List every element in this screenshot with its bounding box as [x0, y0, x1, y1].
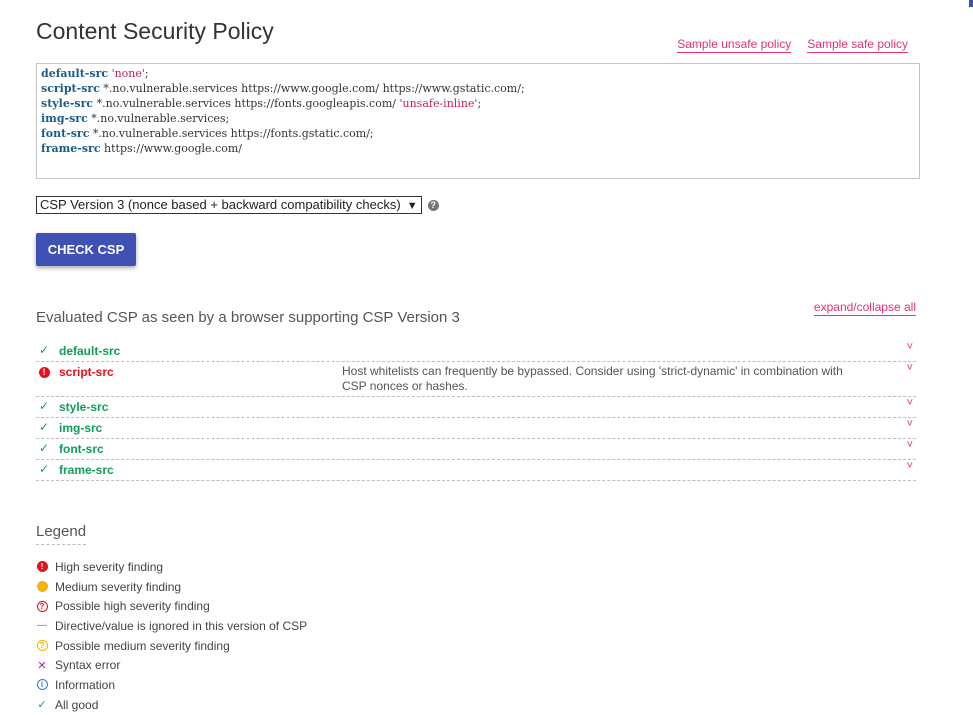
legend-label: Possible medium severity finding — [55, 638, 230, 653]
check-icon: ✓ — [38, 420, 50, 434]
check-csp-button[interactable]: CHECK CSP — [36, 233, 136, 266]
legend-item: ! High severity finding — [36, 557, 307, 577]
policy-value: 'none' — [111, 67, 145, 80]
directive-finding-message — [342, 460, 862, 479]
policy-directive-name: default-src — [41, 67, 109, 80]
directive-row-style-src[interactable]: ✓ style-src ˅ — [36, 397, 916, 418]
policy-value: *.no.vulnerable.services https://www.goo… — [103, 82, 521, 95]
policy-value: 'unsafe-inline' — [399, 97, 478, 110]
high-severity-dot: ! — [38, 367, 50, 378]
check-icon: ✓ — [38, 441, 50, 455]
directive-row-default-src[interactable]: ✓ default-src ˅ — [36, 341, 916, 362]
directive-row-script-src[interactable]: ! script-src Host whitelists can frequentl… — [36, 362, 916, 397]
sample-safe-policy-link[interactable]: Sample safe policy — [807, 37, 908, 53]
ignored-dash-icon: — — [37, 620, 47, 632]
policy-semicolon: ; — [369, 127, 374, 140]
csp-version-selected: CSP Version 3 (nonce based + backward co… — [40, 197, 401, 212]
evaluation-title: Evaluated CSP as seen by a browser suppo… — [36, 309, 460, 326]
legend-label: High severity finding — [55, 559, 164, 574]
directive-finding-message — [342, 439, 862, 458]
policy-value: *.no.vulnerable.services https://fonts.g… — [96, 97, 396, 110]
chevron-down-icon[interactable]: ˅ — [907, 418, 913, 430]
directive-name: script-src — [59, 365, 114, 379]
policy-line: style-src *.no.vulnerable.services https… — [41, 96, 915, 111]
high-severity-icon: ! — [36, 561, 48, 573]
directive-finding-message: Host whitelists can frequently be bypass… — [342, 364, 843, 393]
directive-finding-message — [342, 418, 862, 437]
check-icon: ✓ — [38, 343, 50, 357]
directive-name: frame-src — [59, 463, 114, 477]
policy-semicolon: ; — [144, 67, 149, 80]
policy-value: *.no.vulnerable.services https://fonts.g… — [92, 127, 370, 140]
all-good-check-icon: ✓ — [37, 699, 47, 712]
question-circle-icon[interactable]: ? — [427, 199, 439, 211]
sample-links: Sample unsafe policy Sample safe policy — [661, 37, 908, 53]
version-row: CSP Version 3 (nonce based + backward co… — [36, 196, 439, 214]
legend-list: ! High severity finding Medium severity fi… — [36, 557, 307, 715]
policy-semicolon: ; — [477, 97, 482, 110]
high-severity-icon: ! — [38, 365, 50, 378]
chevron-down-icon[interactable]: ˅ — [907, 362, 913, 374]
policy-semicolon: ; — [225, 112, 230, 125]
syntax-error-x-icon: ✕ — [37, 659, 47, 672]
csp-version-select[interactable]: CSP Version 3 (nonce based + backward co… — [36, 196, 422, 214]
legend-label: Directive/value is ignored in this versi… — [55, 618, 308, 633]
legend-label: Medium severity finding — [55, 579, 182, 594]
possible-medium-severity-icon: ? — [36, 640, 48, 652]
check-icon: ✓ — [38, 462, 50, 476]
policy-value: *.no.vulnerable.services — [91, 112, 226, 125]
legend-item: ✓ All good — [36, 695, 307, 715]
policy-semicolon: ; — [520, 82, 525, 95]
policy-directive-name: img-src — [41, 112, 88, 125]
legend-item: Medium severity finding — [36, 577, 307, 597]
legend-item: ✕ Syntax error — [36, 655, 307, 675]
information-icon: i — [36, 679, 48, 691]
policy-line: font-src *.no.vulnerable.services https:… — [41, 126, 915, 141]
legend-item: i Information — [36, 675, 307, 695]
legend-label: Syntax error — [55, 658, 121, 673]
page-title: Content Security Policy — [36, 18, 274, 44]
directive-name: font-src — [59, 442, 104, 456]
directive-name: style-src — [59, 400, 109, 414]
directive-row-font-src[interactable]: ✓ font-src ˅ — [36, 439, 916, 460]
chevron-down-icon[interactable]: ˅ — [907, 341, 913, 353]
csp-policy-textarea[interactable]: default-src 'none'; script-src *.no.vulne… — [36, 63, 920, 179]
policy-line: default-src 'none'; — [41, 66, 915, 81]
legend-item: — Directive/value is ignored in this vers… — [36, 616, 307, 636]
medium-severity-icon — [36, 581, 48, 593]
policy-directive-name: style-src — [41, 97, 94, 110]
expand-collapse-all-link[interactable]: expand/collapse all — [813, 300, 916, 316]
legend-label: All good — [55, 697, 99, 712]
evaluated-directives-list: ✓ default-src ˅! script-src Host whitelists … — [36, 341, 916, 481]
chevron-down-icon[interactable]: ˅ — [907, 397, 913, 409]
sample-unsafe-policy-link[interactable]: Sample unsafe policy — [677, 37, 792, 53]
directive-finding-message — [342, 341, 862, 360]
policy-directive-name: frame-src — [41, 142, 101, 155]
policy-line: frame-src https://www.google.com/ — [41, 141, 915, 156]
directive-row-img-src[interactable]: ✓ img-src ˅ — [36, 418, 916, 439]
policy-line: img-src *.no.vulnerable.services; — [41, 111, 915, 126]
legend-label: Information — [55, 677, 116, 692]
directive-row-frame-src[interactable]: ✓ frame-src ˅ — [36, 460, 916, 481]
check-icon: ✓ — [38, 399, 50, 413]
dropdown-arrow-icon: ▼ — [406, 200, 418, 212]
legend-item: ? Possible high severity finding — [36, 596, 307, 616]
legend-label: Possible high severity finding — [55, 599, 210, 614]
scrollbar-thumb[interactable] — [969, 0, 973, 7]
chevron-down-icon[interactable]: ˅ — [907, 439, 913, 451]
policy-directive-name: font-src — [41, 127, 90, 140]
directive-name: default-src — [59, 344, 121, 358]
chevron-down-icon[interactable]: ˅ — [907, 460, 913, 472]
directive-name: img-src — [59, 421, 103, 435]
policy-value: https://www.google.com/ — [104, 142, 242, 155]
possible-high-severity-icon: ? — [36, 600, 48, 612]
directive-finding-message — [342, 397, 862, 416]
legend-item: ? Possible medium severity finding — [36, 636, 307, 656]
policy-directive-name: script-src — [41, 82, 100, 95]
policy-line: script-src *.no.vulnerable.services http… — [41, 81, 915, 96]
legend-title: Legend — [36, 523, 87, 545]
